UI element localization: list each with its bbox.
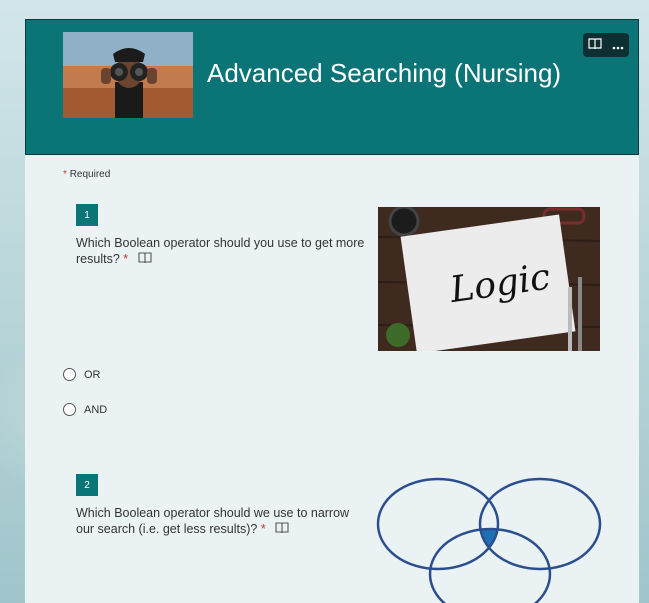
form-card: Advanced Searching (Nursing) * Required …: [25, 19, 639, 603]
header-image: [63, 32, 193, 118]
required-star: *: [63, 169, 67, 180]
question-text-line2: results?: [76, 252, 120, 266]
question-text: Which Boolean operator should you use to…: [76, 235, 366, 268]
form-header: Advanced Searching (Nursing): [25, 19, 639, 155]
question-text: Which Boolean operator should we use to …: [76, 505, 366, 538]
choice-or[interactable]: OR: [63, 368, 101, 381]
venn-diagram-image: [375, 474, 605, 603]
radio-button[interactable]: [63, 368, 76, 381]
form-title: Advanced Searching (Nursing): [207, 58, 562, 88]
immersive-reader-icon[interactable]: [588, 37, 602, 53]
question-number: 2: [76, 474, 98, 496]
immersive-reader-icon[interactable]: [275, 522, 289, 538]
required-label: Required: [69, 169, 111, 180]
header-actions: [583, 33, 629, 57]
question-number: 1: [76, 204, 98, 226]
question-text-line2: our search (i.e. get less results)?: [76, 522, 258, 536]
choice-label: OR: [84, 368, 101, 381]
question-image-logic: Logic: [378, 207, 600, 351]
required-star: *: [123, 252, 129, 266]
question-text-line1: Which Boolean operator should we use to …: [76, 506, 350, 520]
required-note: * Required: [63, 169, 110, 180]
more-options-icon[interactable]: [612, 38, 624, 53]
radio-button[interactable]: [63, 403, 76, 416]
question-text-line1: Which Boolean operator should you use to…: [76, 236, 365, 250]
required-star: *: [260, 522, 266, 536]
choice-and[interactable]: AND: [63, 403, 107, 416]
immersive-reader-icon[interactable]: [138, 252, 152, 268]
choice-label: AND: [84, 403, 108, 416]
